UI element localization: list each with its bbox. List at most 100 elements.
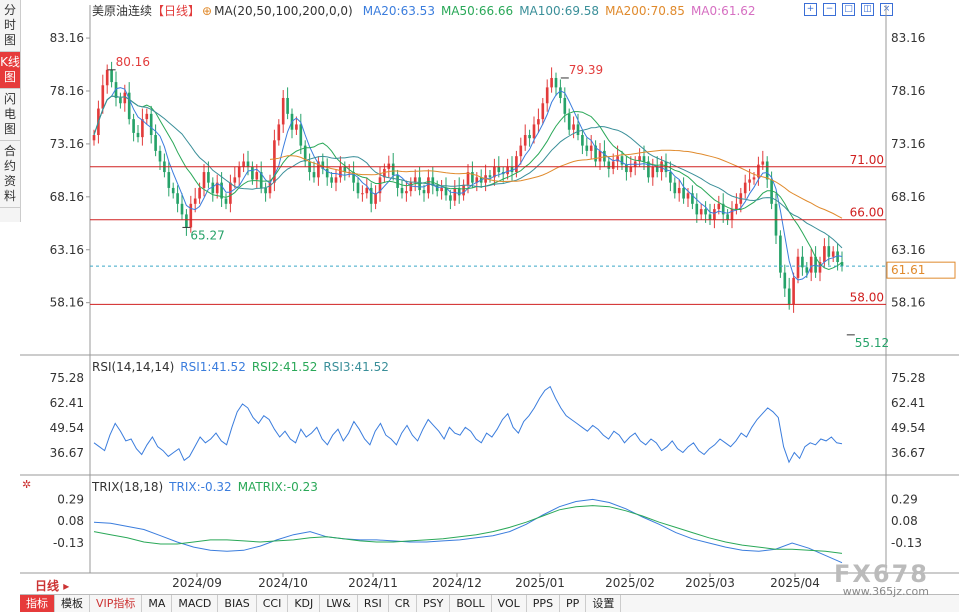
period-selector[interactable]: 日线 ▸ bbox=[21, 577, 91, 593]
rsi-y-tick-left: 75.28 bbox=[50, 371, 84, 385]
candle-body bbox=[365, 187, 369, 194]
watermark-url: www.365jz.com bbox=[842, 585, 929, 598]
candle-body bbox=[691, 193, 694, 204]
symbol-name: 美原油连续 bbox=[92, 4, 153, 18]
ma200-line bbox=[269, 149, 843, 219]
candle-body bbox=[532, 124, 536, 139]
candle-body bbox=[721, 203, 725, 215]
candle-body bbox=[761, 161, 765, 165]
candle-body bbox=[378, 177, 382, 194]
candle-body bbox=[787, 288, 791, 305]
candle-body bbox=[343, 166, 347, 173]
candle-body bbox=[598, 150, 602, 162]
rsi-tab[interactable]: RSI bbox=[358, 595, 389, 612]
ma-settings-icon[interactable]: ⊕ bbox=[202, 4, 212, 18]
macd-tab[interactable]: MACD bbox=[172, 595, 219, 612]
kdj-tab[interactable]: KDJ bbox=[288, 595, 321, 612]
candle-body bbox=[290, 113, 294, 130]
candle-body bbox=[321, 161, 325, 169]
candle-body bbox=[603, 150, 606, 162]
trix-params[interactable]: TRIX(18,18) bbox=[92, 480, 163, 494]
candle-body bbox=[611, 161, 615, 169]
y-tick-label-left: 63.16 bbox=[50, 243, 84, 257]
chart-canvas[interactable]: 83.16 83.16 78.16 78.16 73.16 73.16 68.16 68.16… bbox=[0, 0, 959, 611]
period-label: 日线 bbox=[35, 579, 60, 593]
candle-body bbox=[633, 161, 637, 167]
candle-body bbox=[246, 161, 250, 167]
tab-kline[interactable]: K线图 bbox=[0, 52, 20, 89]
candle-body bbox=[123, 92, 127, 104]
chart-toolbar: + − □ ◫ × bbox=[804, 3, 893, 16]
matrix-value: MATRIX:-0.23 bbox=[237, 480, 318, 494]
candle-body bbox=[493, 166, 496, 178]
candle-body bbox=[233, 177, 237, 183]
crosshair-toggle-icon[interactable]: ✲ bbox=[22, 479, 34, 491]
indicator-tab[interactable]: 指标 bbox=[20, 595, 55, 612]
ma-params[interactable]: MA(20,50,100,200,0,0) bbox=[214, 4, 353, 18]
candle-body bbox=[726, 214, 729, 220]
candle-body bbox=[418, 177, 421, 191]
candle-body bbox=[193, 198, 197, 204]
pp-tab[interactable]: PP bbox=[560, 595, 587, 612]
candle-body bbox=[827, 246, 831, 257]
tab-contract-info[interactable]: 合约资料 bbox=[0, 141, 20, 208]
trix-y-tick-right: 0.08 bbox=[891, 514, 918, 528]
candle-body bbox=[730, 209, 734, 220]
lw-tab[interactable]: LW& bbox=[320, 595, 358, 612]
candle-body bbox=[136, 132, 140, 138]
y-tick-label-left: 83.16 bbox=[50, 31, 84, 45]
hline-label: 66.00 bbox=[850, 206, 884, 220]
y-tick-label-right: 83.16 bbox=[891, 31, 925, 45]
candle-body bbox=[295, 124, 298, 130]
vol-tab[interactable]: VOL bbox=[492, 595, 527, 612]
candle-body bbox=[330, 177, 333, 183]
ma100-value: MA100:69.58 bbox=[519, 4, 600, 18]
candle-body bbox=[356, 182, 360, 194]
rsi-params[interactable]: RSI(14,14,14) bbox=[92, 360, 174, 374]
indicator-bar: 指标 模板 VIP指标 MA MACD BIAS CCI KDJ LW& RSI… bbox=[20, 594, 959, 612]
zoom-in-icon[interactable]: + bbox=[804, 3, 817, 16]
settings-tab[interactable]: 设置 bbox=[586, 595, 622, 612]
candle-body bbox=[528, 135, 531, 139]
bias-tab[interactable]: BIAS bbox=[218, 595, 257, 612]
pps-tab[interactable]: PPS bbox=[527, 595, 561, 612]
candle-body bbox=[510, 166, 514, 173]
extreme-label: 80.16 bbox=[116, 55, 150, 69]
ma20-line bbox=[93, 87, 843, 281]
y-tick-label-right: 63.16 bbox=[891, 243, 925, 257]
ma100-line bbox=[93, 95, 843, 249]
cr-tab[interactable]: CR bbox=[389, 595, 418, 612]
candle-body bbox=[497, 166, 501, 173]
candle-body bbox=[743, 182, 747, 194]
tab-lightning[interactable]: 闪电图 bbox=[0, 89, 20, 141]
candle-body bbox=[466, 172, 470, 185]
candle-body bbox=[704, 209, 707, 215]
y-tick-label-right: 78.16 bbox=[891, 84, 925, 98]
settings-icon[interactable]: ◫ bbox=[861, 3, 874, 16]
psy-tab[interactable]: PSY bbox=[417, 595, 451, 612]
close-icon[interactable]: × bbox=[880, 3, 893, 16]
vip-indicator-tab[interactable]: VIP指标 bbox=[90, 595, 143, 612]
tab-time-sharing[interactable]: 分时图 bbox=[0, 0, 20, 52]
candle-body bbox=[255, 172, 259, 180]
y-tick-label-right: 58.16 bbox=[891, 296, 925, 310]
candle-body bbox=[202, 172, 206, 188]
candle-body bbox=[374, 193, 377, 204]
y-tick-label-left: 68.16 bbox=[50, 190, 84, 204]
candle-body bbox=[739, 193, 743, 204]
fullscreen-icon[interactable]: □ bbox=[842, 3, 855, 16]
cci-tab[interactable]: CCI bbox=[257, 595, 289, 612]
candle-body bbox=[141, 119, 144, 138]
candle-body bbox=[607, 161, 611, 169]
candle-body bbox=[625, 164, 628, 173]
rsi1-line bbox=[93, 385, 843, 464]
template-tab[interactable]: 模板 bbox=[55, 595, 90, 612]
zoom-out-icon[interactable]: − bbox=[823, 3, 836, 16]
candle-body bbox=[515, 156, 518, 173]
candle-body bbox=[699, 209, 703, 215]
ma-tab[interactable]: MA bbox=[142, 595, 173, 612]
x-tick-label: 2025/02 bbox=[605, 576, 655, 590]
candle-body bbox=[145, 113, 149, 120]
candle-body bbox=[352, 172, 355, 183]
boll-tab[interactable]: BOLL bbox=[450, 595, 492, 612]
